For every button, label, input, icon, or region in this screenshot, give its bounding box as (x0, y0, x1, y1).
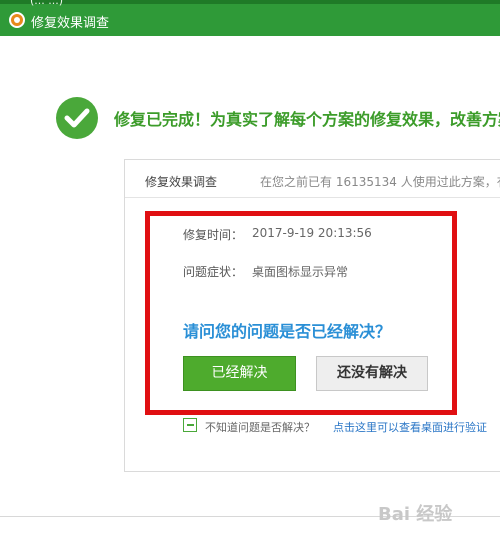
watermark: Bai 经验 (378, 504, 453, 525)
usage-note: 在您之前已有 16135134 人使用过此方案，有 (260, 175, 500, 189)
title-top-strip (0, 0, 500, 4)
arrow-icon (183, 418, 197, 432)
checkmark-icon (56, 97, 98, 139)
title-bar: (... ...) 修复效果调查 (0, 0, 500, 36)
highlight-frame (145, 211, 457, 415)
card-title: 修复效果调查 (145, 175, 218, 189)
card-header: 修复效果调查 在您之前已有 16135134 人使用过此方案，有 (125, 160, 500, 198)
window-title: 修复效果调查 (31, 16, 110, 31)
help-text: 不知道问题是否解决？ (205, 421, 315, 434)
success-headline: 修复已完成！为真实了解每个方案的修复效果，改善方案 (114, 110, 500, 129)
lifebuoy-icon (9, 12, 25, 28)
title-top-text: (... ...) (30, 0, 64, 7)
verify-desktop-link[interactable]: 点击这里可以查看桌面进行验证 (333, 419, 487, 435)
